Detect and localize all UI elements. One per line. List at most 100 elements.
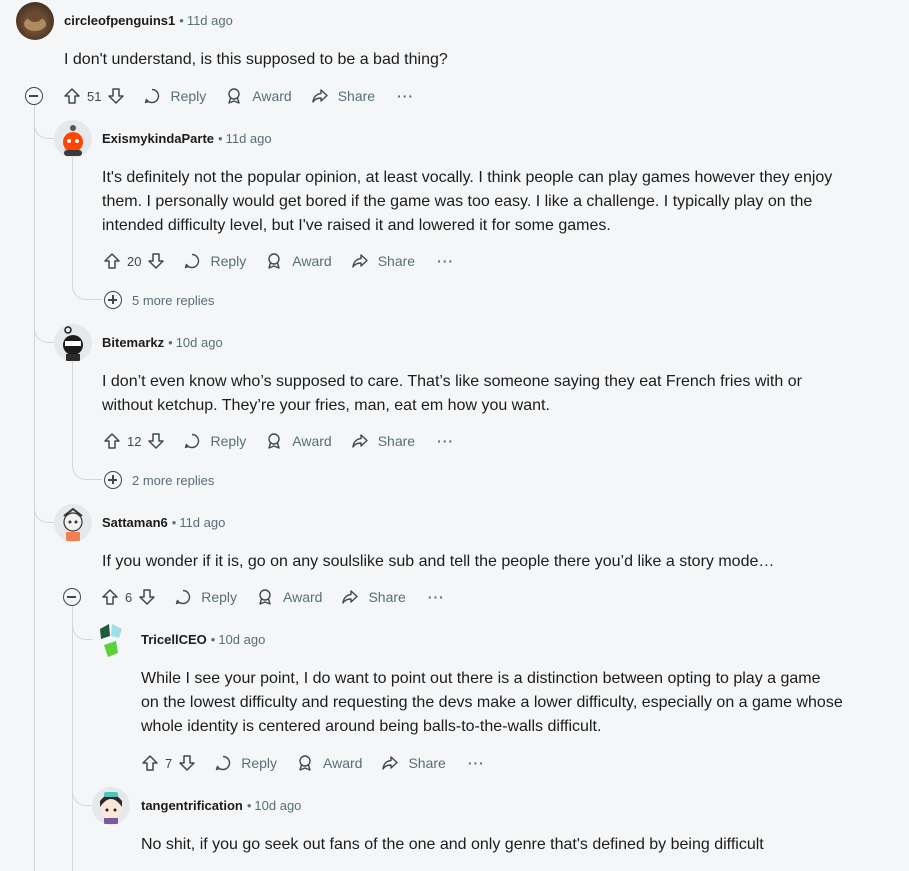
share-button[interactable]: Share [380, 753, 446, 773]
award-button[interactable]: Award [264, 251, 332, 271]
collapse-thread-button[interactable] [25, 87, 43, 105]
upvote-icon[interactable] [102, 431, 122, 451]
username[interactable]: ExismykindaParte [102, 131, 214, 146]
comment-body: I don’t even know who’s supposed to care… [102, 370, 802, 418]
thread-line [72, 362, 73, 463]
award-icon [299, 755, 311, 771]
share-icon [342, 590, 359, 604]
username[interactable]: TricellCEO [141, 632, 207, 647]
comment-actions: 12 Reply Award Share ··· [102, 427, 454, 455]
timestamp[interactable]: 11d ago [187, 13, 233, 28]
reply-button[interactable]: Reply [142, 86, 206, 106]
downvote-icon[interactable] [137, 587, 157, 607]
timestamp[interactable]: 10d ago [254, 798, 301, 813]
separator: • [171, 515, 177, 530]
avatar-image [63, 507, 83, 541]
share-label: Share [377, 253, 416, 269]
thread-elbow [72, 463, 102, 480]
avatar[interactable] [92, 787, 130, 825]
vote-count: 6 [125, 589, 133, 605]
username[interactable]: Bitemarkz [102, 335, 164, 350]
comment-body: It's definitely not the popular opinion,… [102, 166, 832, 238]
share-label: Share [337, 88, 376, 104]
share-label: Share [368, 589, 406, 605]
reply-button[interactable]: Reply [173, 587, 237, 607]
reply-button[interactable]: Reply [182, 251, 246, 271]
downvote-icon[interactable] [106, 86, 126, 106]
comment-actions: 20 Reply Award Share ··· [102, 247, 454, 275]
timestamp[interactable]: 11d ago [226, 131, 272, 146]
award-button[interactable]: Award [295, 753, 362, 773]
award-icon [228, 88, 240, 104]
avatar[interactable] [16, 2, 54, 40]
award-button[interactable]: Award [264, 431, 332, 451]
reply-label: Reply [210, 253, 247, 269]
timestamp[interactable]: 10d ago [218, 632, 265, 647]
share-button[interactable]: Share [350, 251, 415, 271]
avatar[interactable] [54, 120, 92, 158]
username[interactable]: tangentrification [141, 798, 243, 813]
comment-author: Bitemarkz • 10d ago [102, 335, 223, 350]
more-options-icon[interactable]: ··· [437, 253, 454, 269]
avatar[interactable] [92, 621, 130, 659]
more-replies-button[interactable]: 2 more replies [104, 471, 214, 489]
upvote-icon[interactable] [140, 753, 160, 773]
reply-label: Reply [241, 755, 278, 771]
downvote-icon[interactable] [177, 753, 197, 773]
downvote-icon[interactable] [146, 431, 166, 451]
username[interactable]: circleofpenguins1 [64, 13, 175, 28]
body-line: I don’t even know who’s supposed to care… [102, 373, 802, 390]
avatar-image [100, 792, 122, 824]
comment-actions: 6 Reply Award Share ··· [100, 583, 445, 611]
share-button[interactable]: Share [340, 587, 406, 607]
share-button[interactable]: Share [350, 431, 415, 451]
avatar[interactable] [54, 324, 92, 362]
upvote-icon[interactable] [62, 86, 82, 106]
vote-count: 7 [165, 755, 173, 771]
reply-icon [176, 589, 191, 605]
award-label: Award [323, 755, 363, 771]
reply-label: Reply [201, 589, 238, 605]
comment-actions: 7 Reply Award Share ··· [140, 749, 485, 777]
body-line: without ketchup. They’re your fries, man… [102, 397, 550, 414]
separator: • [179, 13, 184, 28]
separator: • [246, 798, 252, 813]
comment-body: I don't understand, is this supposed to … [64, 51, 448, 68]
avatar[interactable] [54, 504, 92, 542]
body-line: It's definitely not the popular opinion,… [102, 169, 833, 186]
avatar-image [63, 326, 83, 361]
upvote-icon[interactable] [100, 587, 120, 607]
reply-label: Reply [210, 433, 247, 449]
thread-elbow [72, 606, 94, 640]
award-icon [268, 253, 280, 269]
comment-author: TricellCEO • 10d ago [141, 632, 265, 647]
separator: • [210, 632, 216, 647]
reply-icon [185, 433, 200, 449]
timestamp[interactable]: 11d ago [179, 515, 225, 530]
award-label: Award [283, 589, 323, 605]
reply-button[interactable]: Reply [182, 431, 246, 451]
body-line: While I see your point, I do want to poi… [141, 670, 821, 687]
share-icon [352, 434, 368, 448]
more-options-icon[interactable]: ··· [397, 88, 414, 104]
reply-label: Reply [170, 88, 207, 104]
more-replies-button[interactable]: 5 more replies [104, 291, 214, 309]
collapse-thread-button[interactable] [63, 588, 81, 606]
more-options-icon[interactable]: ··· [468, 755, 485, 771]
body-line: intended difficulty level, but I've rais… [102, 217, 611, 234]
reply-button[interactable]: Reply [213, 753, 277, 773]
share-button[interactable]: Share [310, 86, 375, 106]
share-icon [352, 254, 368, 268]
upvote-icon[interactable] [102, 251, 122, 271]
reply-icon [185, 253, 200, 269]
username[interactable]: Sattaman6 [102, 515, 168, 530]
more-options-icon[interactable]: ··· [428, 589, 445, 605]
expand-icon [104, 471, 122, 489]
share-label: Share [408, 755, 446, 771]
downvote-icon[interactable] [146, 251, 166, 271]
award-button[interactable]: Award [255, 587, 322, 607]
timestamp[interactable]: 10d ago [176, 335, 223, 350]
award-button[interactable]: Award [224, 86, 292, 106]
vote-count: 12 [127, 433, 142, 449]
more-options-icon[interactable]: ··· [437, 433, 454, 449]
